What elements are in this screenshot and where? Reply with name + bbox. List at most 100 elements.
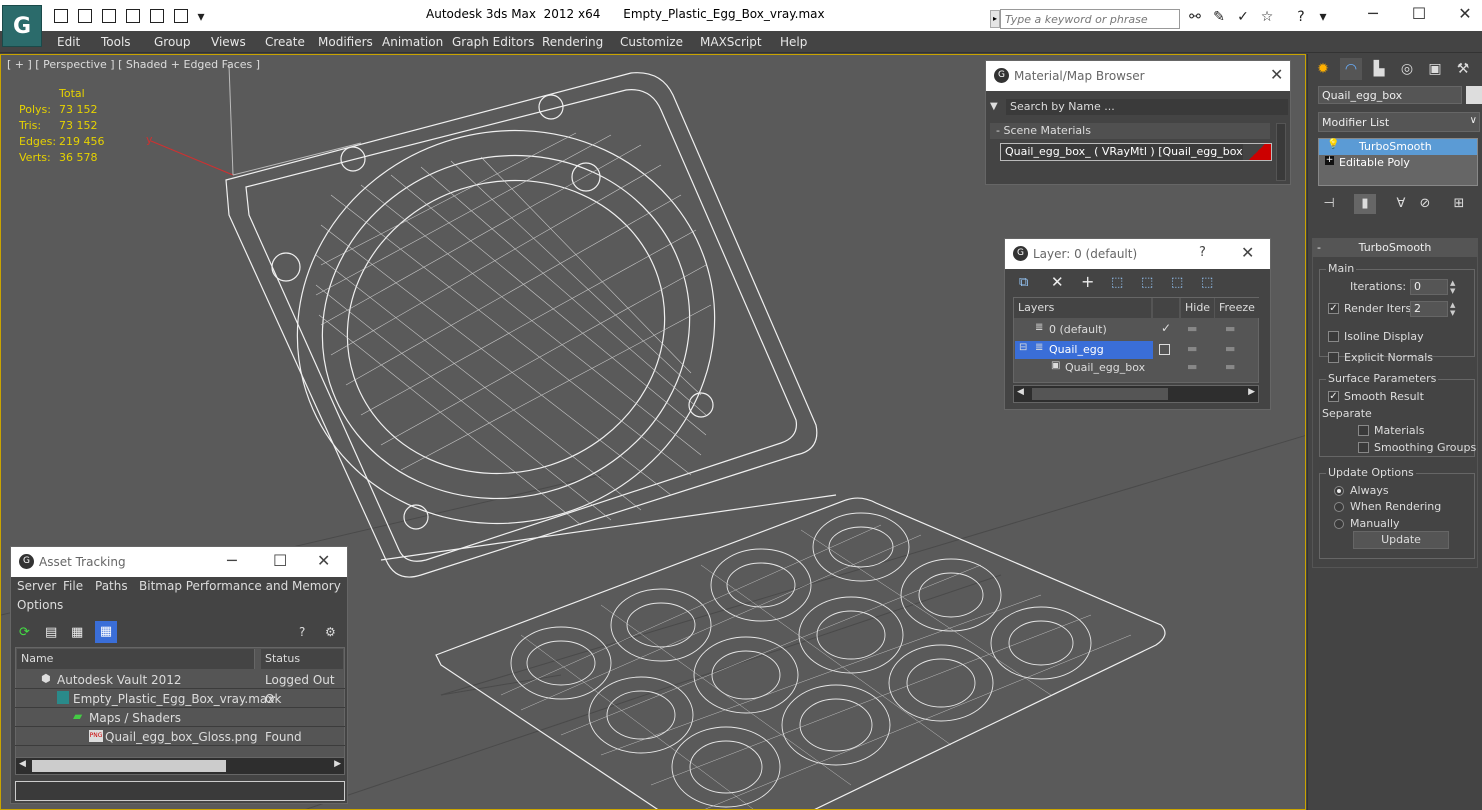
remove-modifier-icon[interactable]: ⊘ <box>1414 194 1436 214</box>
modifier-stack[interactable]: 💡 TurboSmooth + Editable Poly <box>1318 138 1478 186</box>
freeze-toggle-icon[interactable]: ▬ <box>1225 322 1235 335</box>
material-entry[interactable]: Quail_egg_box_ ( VRayMtl ) [Quail_egg_bo… <box>1000 143 1272 161</box>
search-options-icon[interactable]: ▼ <box>990 101 998 112</box>
scroll-right-icon[interactable]: ▶ <box>334 759 341 769</box>
scroll-left-icon[interactable]: ◀ <box>19 759 26 769</box>
app-logo-icon[interactable]: G <box>2 5 42 47</box>
dialog-title-bar[interactable]: G Asset Tracking ─ ☐ ✕ <box>11 547 347 577</box>
scroll-thumb[interactable] <box>1032 388 1168 400</box>
help-icon[interactable]: ? <box>299 625 305 639</box>
explicit-normals-checkbox[interactable] <box>1328 352 1339 363</box>
menu-bitmap-performance[interactable]: Bitmap Performance and Memory <box>139 579 341 593</box>
hide-toggle-icon[interactable]: ▬ <box>1187 322 1197 335</box>
menu-server[interactable]: Server <box>17 579 56 593</box>
stack-item-editable-poly[interactable]: + Editable Poly <box>1319 155 1477 171</box>
close-icon[interactable]: ✕ <box>1241 243 1254 262</box>
close-icon[interactable]: ✕ <box>1270 65 1283 84</box>
stack-item-turbosmooth[interactable]: 💡 TurboSmooth <box>1319 139 1477 155</box>
materials-checkbox[interactable] <box>1358 425 1369 436</box>
menu-rendering[interactable]: Rendering <box>542 35 603 49</box>
always-radio[interactable] <box>1334 486 1344 496</box>
menu-paths[interactable]: Paths <box>95 579 128 593</box>
horizontal-scrollbar[interactable]: ◀ ▶ <box>1013 385 1259 403</box>
menu-maxscript[interactable]: MAXScript <box>700 35 762 49</box>
freeze-toggle-icon[interactable]: ▬ <box>1225 360 1235 373</box>
hierarchy-tab-icon[interactable]: ▙ <box>1368 58 1390 80</box>
column-header-name[interactable]: Name <box>17 649 255 669</box>
menu-group[interactable]: Group <box>154 35 191 49</box>
scene-materials-header[interactable]: - Scene Materials <box>990 123 1270 139</box>
minimize-icon[interactable]: ─ <box>227 551 237 570</box>
hide-toggle-icon[interactable]: ▬ <box>1187 360 1197 373</box>
delete-layer-icon[interactable]: ✕ <box>1051 273 1064 291</box>
menu-help[interactable]: Help <box>780 35 807 49</box>
help-icon[interactable]: ? <box>1292 9 1310 25</box>
quick-access-dropdown-icon[interactable]: ▾ <box>192 9 210 25</box>
asset-row[interactable]: ⬢ Autodesk Vault 2012 Logged Out ... <box>15 671 345 701</box>
menu-views[interactable]: Views <box>211 35 246 49</box>
asset-row[interactable]: PNG Quail_egg_box_Gloss.png Found <box>15 728 345 746</box>
collapse-minus-icon[interactable]: ⊟ <box>1019 342 1027 353</box>
motion-tab-icon[interactable]: ◎ <box>1396 58 1418 80</box>
asset-row[interactable]: Empty_Plastic_Egg_Box_vray.max Ok <box>15 690 345 708</box>
when-rendering-radio[interactable] <box>1334 502 1344 512</box>
column-header-freeze[interactable]: Freeze <box>1214 298 1259 318</box>
menu-animation[interactable]: Animation <box>382 35 443 49</box>
update-button[interactable]: Update <box>1353 531 1449 549</box>
create-layer-icon[interactable]: ⧉ <box>1019 275 1028 290</box>
help-button[interactable]: ? <box>1199 245 1206 260</box>
highlight-layer-icon[interactable]: ⬚ <box>1141 275 1153 290</box>
close-window-button[interactable]: ✕ <box>1450 4 1480 24</box>
horizontal-scrollbar[interactable]: ◀ ▶ <box>15 757 345 775</box>
new-file-icon[interactable] <box>54 9 68 23</box>
dialog-title-bar[interactable]: G Layer: 0 (default) ? ✕ <box>1005 239 1270 269</box>
redo-icon[interactable] <box>150 9 164 23</box>
object-name-field[interactable]: Quail_egg_box <box>1318 86 1462 104</box>
save-file-icon[interactable] <box>102 9 116 23</box>
render-iters-checkbox[interactable]: ✓ <box>1328 303 1339 314</box>
freeze-toggle-icon[interactable]: ▬ <box>1225 342 1235 355</box>
make-unique-icon[interactable]: ∀ <box>1390 194 1412 214</box>
column-header-status[interactable]: Status <box>261 649 343 669</box>
menu-file[interactable]: File <box>63 579 83 593</box>
tree-view-icon[interactable]: ▦ <box>71 625 83 640</box>
lightbulb-icon[interactable]: 💡 <box>1327 139 1339 150</box>
make-current-icon[interactable] <box>1159 344 1170 355</box>
column-header-layers[interactable]: Layers <box>1014 298 1152 318</box>
show-end-result-icon[interactable]: ▮ <box>1354 194 1376 214</box>
manually-radio[interactable] <box>1334 519 1344 529</box>
close-icon[interactable]: ✕ <box>317 551 330 570</box>
list-view-icon[interactable]: ▤ <box>45 625 57 640</box>
scroll-thumb[interactable] <box>32 760 226 772</box>
scroll-right-icon[interactable]: ▶ <box>1248 387 1255 397</box>
minimize-button[interactable]: ─ <box>1358 4 1388 24</box>
material-search-input[interactable]: Search by Name ... <box>1006 99 1288 115</box>
binoculars-icon[interactable]: ⚯ <box>1186 9 1204 25</box>
search-expand-icon[interactable]: ▸ <box>990 10 1000 28</box>
scroll-left-icon[interactable]: ◀ <box>1017 387 1024 397</box>
help-dropdown-icon[interactable]: ▾ <box>1314 9 1332 25</box>
open-file-icon[interactable] <box>78 9 92 23</box>
favorites-star-icon[interactable]: ☆ <box>1258 9 1276 25</box>
column-header-hide[interactable]: Hide <box>1180 298 1214 318</box>
menu-tools[interactable]: Tools <box>101 35 131 49</box>
menu-modifiers[interactable]: Modifiers <box>318 35 373 49</box>
undo-icon[interactable] <box>126 9 140 23</box>
add-to-layer-icon[interactable]: + <box>1081 272 1094 291</box>
viewport-label[interactable]: [ + ] [ Perspective ] [ Shaded + Edged F… <box>7 58 260 71</box>
vertical-scrollbar[interactable] <box>1276 123 1286 181</box>
menu-create[interactable]: Create <box>265 35 305 49</box>
dialog-title-bar[interactable]: G Material/Map Browser ✕ <box>986 61 1290 91</box>
menu-customize[interactable]: Customize <box>620 35 683 49</box>
hold-icon[interactable] <box>174 9 188 23</box>
layer-row[interactable]: ▣ Quail_egg_box ▬ ▬ <box>1015 359 1257 377</box>
menu-graph-editors[interactable]: Graph Editors <box>452 35 534 49</box>
table-view-icon[interactable]: ▦ <box>95 621 117 643</box>
smooth-result-checkbox[interactable]: ✓ <box>1328 391 1339 402</box>
current-layer-checkmark-icon[interactable]: ✓ <box>1161 321 1171 335</box>
expand-plus-icon[interactable]: + <box>1325 156 1334 165</box>
wrench-icon[interactable]: ✎ <box>1210 9 1228 25</box>
rollout-header[interactable]: - TurboSmooth <box>1313 239 1477 257</box>
spinner-arrows-icon[interactable]: ▲ ▼ <box>1450 279 1458 295</box>
create-tab-icon[interactable]: ✹ <box>1312 58 1334 80</box>
